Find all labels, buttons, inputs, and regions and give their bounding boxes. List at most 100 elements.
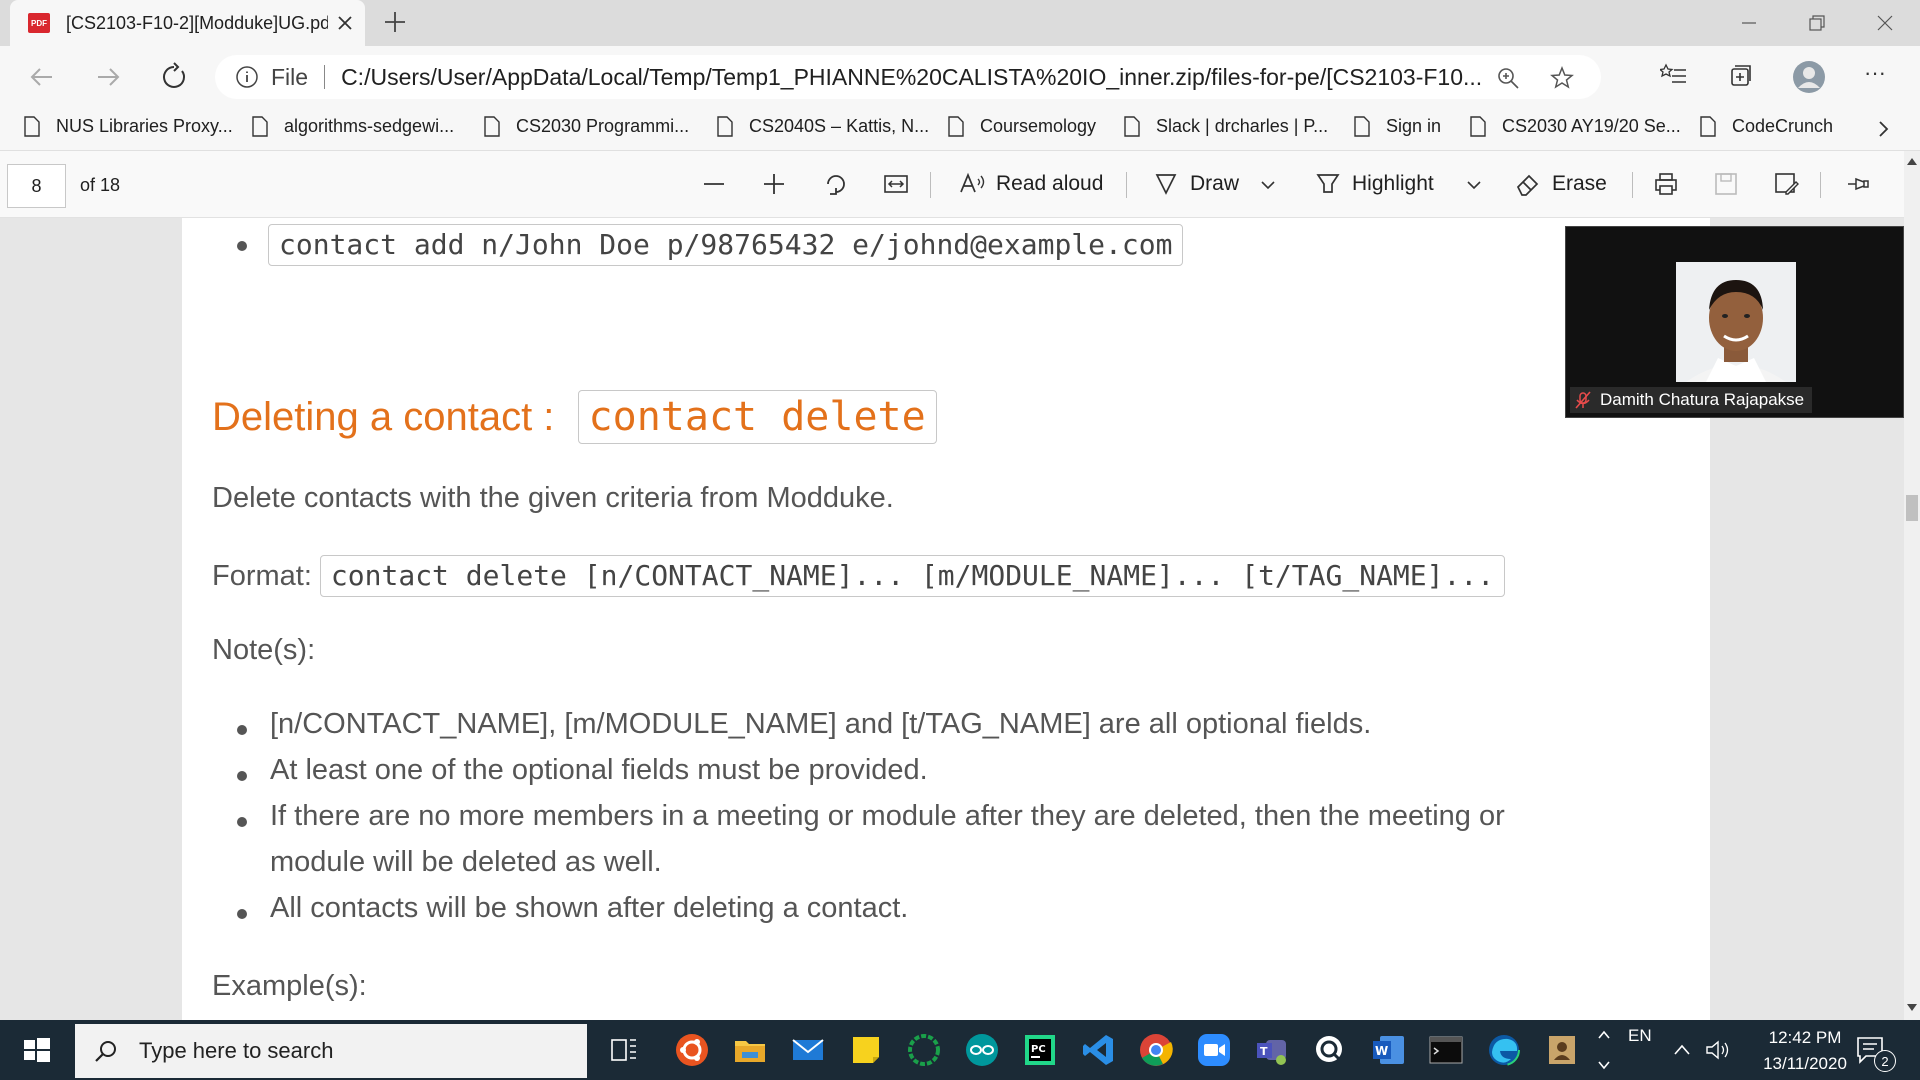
address-bar[interactable]: File C:/Users/User/AppData/Local/Temp/Te… — [215, 55, 1601, 99]
taskbar-scroll-icon[interactable] — [1596, 1026, 1612, 1074]
note-item: If there are no more members in a meetin… — [270, 800, 1505, 832]
refresh-icon[interactable] — [158, 61, 190, 93]
chevron-right-icon[interactable] — [1872, 118, 1894, 140]
scroll-up-icon[interactable] — [1907, 157, 1917, 165]
ubuntu-app-icon[interactable] — [674, 1032, 710, 1068]
windows-taskbar: Type here to search PC T W EN 12:42 PM 1… — [0, 1020, 1920, 1080]
note-item-continuation: module will be deleted as well. — [270, 846, 662, 878]
bullet — [237, 817, 247, 827]
search-icon — [95, 1041, 116, 1062]
eraser-icon — [1516, 174, 1539, 196]
scroll-down-icon[interactable] — [1907, 1004, 1917, 1012]
word-icon[interactable]: W — [1370, 1032, 1406, 1068]
zoom-in-button[interactable] — [760, 170, 788, 198]
pdf-toolbar: 8 of 18 Read aloud Draw Highlight Erase — [0, 151, 1920, 218]
clock-date[interactable]: 13/11/2020 — [1742, 1054, 1868, 1074]
favorite-item[interactable]: CS2040S – Kattis, N... — [717, 116, 929, 137]
bullet — [237, 771, 247, 781]
rotate-button[interactable] — [822, 170, 850, 198]
contacts-app-icon[interactable] — [1544, 1032, 1580, 1068]
favorite-item[interactable]: Sign in — [1354, 116, 1441, 137]
sticky-notes-icon[interactable] — [848, 1032, 884, 1068]
bullet — [237, 725, 247, 735]
pin-icon — [1848, 177, 1869, 191]
close-tab-icon[interactable] — [334, 12, 356, 34]
favorite-item[interactable]: Slack | drcharles | P... — [1124, 116, 1328, 137]
terminal-icon[interactable] — [1428, 1032, 1464, 1068]
chevron-down-icon[interactable] — [1466, 177, 1482, 193]
favorites-list-icon[interactable] — [1660, 61, 1688, 89]
favorite-star-icon[interactable] — [1549, 65, 1575, 91]
collections-icon[interactable] — [1726, 61, 1754, 89]
taskbar-search[interactable]: Type here to search — [75, 1024, 587, 1078]
favorite-item[interactable]: NUS Libraries Proxy... — [24, 116, 233, 137]
green-app-icon[interactable] — [906, 1032, 942, 1068]
favorite-item[interactable]: algorithms-sedgewi... — [252, 116, 454, 137]
page-icon — [1354, 116, 1370, 137]
windows-start-icon[interactable] — [0, 1020, 72, 1080]
chrome-icon[interactable] — [1138, 1032, 1174, 1068]
pin-toolbar-button[interactable] — [1844, 170, 1872, 198]
format-label: Format: — [212, 559, 312, 592]
zoom-icon[interactable] — [1495, 65, 1521, 91]
read-aloud-button[interactable]: Read aloud — [958, 170, 1103, 198]
save-button[interactable] — [1712, 170, 1740, 198]
navigation-bar: File C:/Users/User/AppData/Local/Temp/Te… — [0, 46, 1920, 108]
erase-button[interactable]: Erase — [1514, 170, 1607, 198]
mail-icon[interactable] — [790, 1032, 826, 1068]
address-separator — [324, 65, 326, 89]
clock-time[interactable]: 12:42 PM — [1750, 1028, 1860, 1048]
pycharm-icon[interactable]: PC — [1022, 1032, 1058, 1068]
tab-title: [CS2103-F10-2][Modduke]UG.pdf — [66, 12, 328, 33]
back-arrow-icon[interactable] — [26, 61, 58, 93]
settings-more-button[interactable]: ··· — [1864, 60, 1886, 86]
show-hidden-icons-icon[interactable] — [1672, 1040, 1692, 1060]
minimize-icon[interactable] — [1734, 8, 1764, 38]
restore-icon[interactable] — [1802, 8, 1832, 38]
browser-tab[interactable]: PDF [CS2103-F10-2][Modduke]UG.pdf — [10, 0, 365, 46]
vscode-icon[interactable] — [1080, 1032, 1116, 1068]
format-code: contact delete [n/CONTACT_NAME]... [m/MO… — [319, 555, 1506, 597]
arduino-icon[interactable] — [964, 1032, 1000, 1068]
chevron-down-icon[interactable] — [1260, 177, 1276, 193]
page-icon — [948, 116, 964, 137]
favorite-item[interactable]: CS2030 AY19/20 Se... — [1470, 116, 1681, 137]
draw-button[interactable]: Draw — [1152, 170, 1239, 198]
toolbar-divider — [1632, 172, 1633, 198]
video-call-overlay[interactable]: Damith Chatura Rajapakse — [1565, 226, 1904, 418]
edge-icon[interactable] — [1486, 1032, 1522, 1068]
fit-page-button[interactable] — [882, 170, 910, 198]
task-view-icon[interactable] — [606, 1032, 642, 1068]
page-number-input[interactable]: 8 — [7, 164, 66, 208]
notes-label: Note(s): — [212, 634, 316, 666]
highlight-button[interactable]: Highlight — [1314, 170, 1434, 198]
teams-icon[interactable]: T — [1254, 1032, 1290, 1068]
print-icon — [1655, 173, 1677, 195]
file-explorer-icon[interactable] — [732, 1032, 768, 1068]
language-indicator[interactable]: EN — [1628, 1026, 1652, 1046]
minus-icon — [704, 183, 724, 185]
page-icon — [717, 116, 733, 137]
description-text: Delete contacts with the given criteria … — [212, 482, 894, 514]
favorite-item[interactable]: Coursemology — [948, 116, 1096, 137]
info-icon[interactable] — [235, 65, 259, 89]
print-button[interactable] — [1652, 170, 1680, 198]
profile-avatar-icon[interactable] — [1792, 60, 1826, 94]
favorite-item[interactable]: CodeCrunch — [1700, 116, 1833, 137]
new-tab-icon[interactable] — [382, 9, 408, 35]
volume-icon[interactable] — [1704, 1038, 1730, 1062]
favorite-item[interactable]: CS2030 Programmi... — [484, 116, 689, 137]
magnifier-app-icon[interactable] — [1312, 1032, 1348, 1068]
save-as-button[interactable] — [1772, 170, 1800, 198]
address-url[interactable]: C:/Users/User/AppData/Local/Temp/Temp1_P… — [341, 64, 1501, 91]
zoom-app-icon[interactable] — [1196, 1032, 1232, 1068]
vertical-scrollbar[interactable] — [1904, 151, 1920, 1020]
rotate-icon — [827, 175, 845, 195]
save-as-icon — [1775, 173, 1799, 195]
forward-arrow-icon[interactable] — [92, 61, 124, 93]
toolbar-divider — [930, 172, 931, 198]
close-window-icon[interactable] — [1870, 8, 1900, 38]
scrollbar-thumb[interactable] — [1906, 495, 1918, 521]
zoom-out-button[interactable] — [700, 170, 728, 198]
bullet — [237, 909, 247, 919]
